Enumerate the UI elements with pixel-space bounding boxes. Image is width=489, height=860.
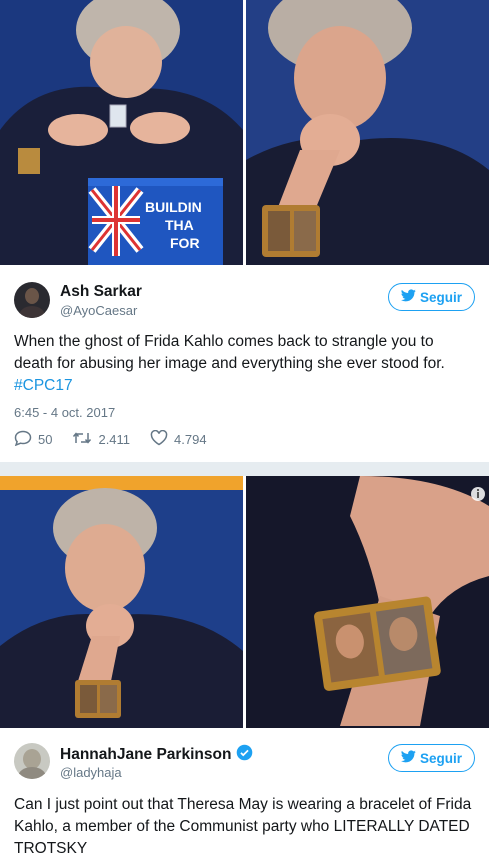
author-handle[interactable]: @AyoCaesar	[60, 303, 137, 318]
follow-button[interactable]: Seguir	[387, 283, 475, 311]
like-action[interactable]: 4.794	[150, 429, 207, 449]
hashtag-link[interactable]: #CPC17	[14, 377, 73, 394]
tweet-card: Ash Sarkar @AyoCaesar Seguir When the gh…	[0, 265, 489, 462]
reply-count: 50	[38, 432, 53, 447]
twitter-bird-icon	[400, 750, 416, 766]
podium-text-line2: THA	[165, 217, 194, 233]
avatar[interactable]	[14, 282, 50, 318]
reply-icon	[14, 430, 32, 449]
tweet-body: When the ghost of Frida Kahlo comes back…	[14, 333, 445, 372]
like-count: 4.794	[174, 432, 207, 447]
author-name-text[interactable]: HannahJane Parkinson	[60, 746, 231, 764]
tweet2-photo[interactable]	[0, 476, 489, 728]
tweet-divider	[0, 462, 489, 476]
reply-action[interactable]: 50	[14, 430, 52, 449]
tweet1-photo[interactable]: BUILDIN THA FOR	[0, 0, 489, 265]
author-name: HannahJane Parkinson	[60, 744, 253, 766]
tweet-card: HannahJane Parkinson @ladyhaja Seguir Ca…	[0, 728, 489, 857]
tweet-text: Can I just point out that Theresa May is…	[14, 796, 472, 857]
tweet-timestamp[interactable]: 6:45 - 4 oct. 2017	[14, 405, 115, 420]
retweet-icon	[72, 430, 92, 449]
follow-label: Seguir	[419, 289, 462, 305]
follow-label: Seguir	[419, 750, 462, 766]
podium-text-line1: BUILDIN	[145, 199, 202, 215]
verified-badge-icon	[236, 744, 253, 766]
tweet-actions: 50 2.411 4.794	[14, 429, 207, 449]
retweet-count: 2.411	[98, 432, 131, 447]
retweet-action[interactable]: 2.411	[72, 430, 130, 449]
author-name[interactable]: Ash Sarkar	[60, 283, 142, 301]
avatar[interactable]	[14, 743, 50, 779]
author-handle[interactable]: @ladyhaja	[60, 765, 122, 780]
like-icon	[150, 429, 168, 449]
twitter-bird-icon	[400, 289, 416, 305]
follow-button[interactable]: Seguir	[387, 744, 475, 772]
podium-text-line3: FOR	[170, 235, 200, 251]
tweet-text: When the ghost of Frida Kahlo comes back…	[14, 331, 476, 397]
